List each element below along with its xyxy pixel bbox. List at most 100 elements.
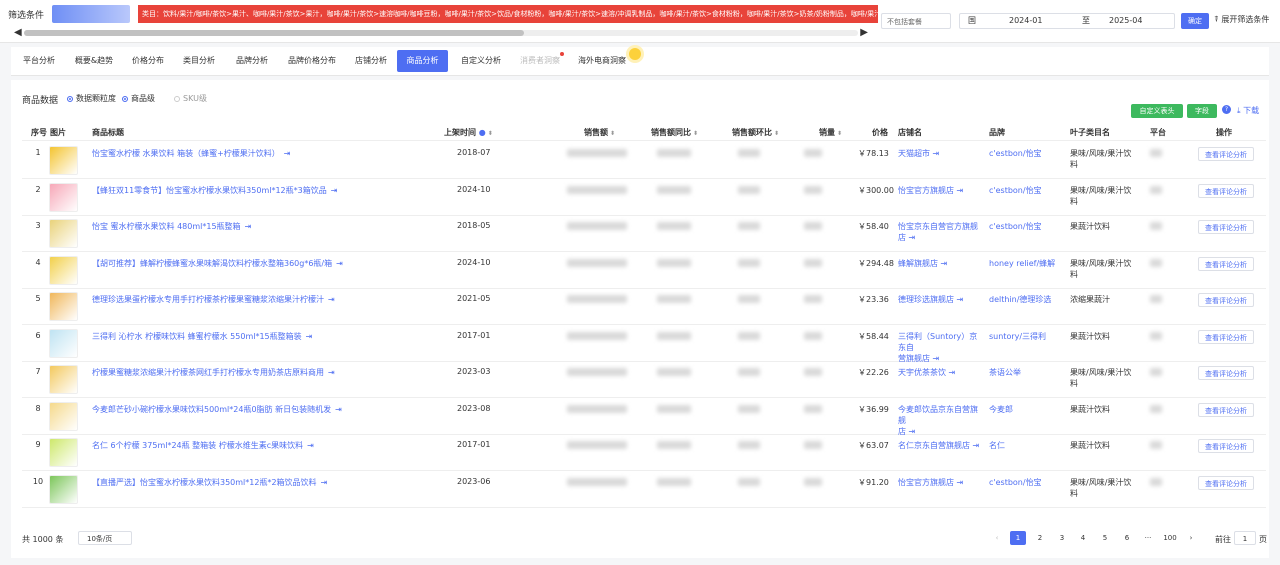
col-volume[interactable]: 销量 ⬍ xyxy=(819,127,842,138)
external-link-icon[interactable]: ⇥ xyxy=(954,295,964,304)
brand-link[interactable]: 今麦郎 xyxy=(989,404,1013,415)
brand-link[interactable]: 茶语公举 xyxy=(989,367,1021,378)
expand-filter-button[interactable]: ⍒ 展开筛选条件 xyxy=(1214,14,1269,25)
external-link-icon[interactable]: ⇥ xyxy=(906,233,916,242)
external-link-icon[interactable]: ⇥ xyxy=(328,368,335,377)
radio-granularity[interactable]: 数据颗粒度 xyxy=(67,93,116,104)
page-ellipsis[interactable]: ··· xyxy=(1140,531,1156,545)
view-reviews-button[interactable]: 查看评论分析 xyxy=(1198,184,1254,198)
field-button[interactable]: 字段 xyxy=(1187,104,1217,118)
brand-link[interactable]: delthin/德理珍选 xyxy=(989,294,1051,305)
help-icon[interactable]: ? xyxy=(1222,105,1231,114)
product-thumbnail[interactable] xyxy=(49,183,78,212)
product-title-link[interactable]: 【胡可推荐】蜂解柠檬蜂蜜水果味解渴饮料柠檬水整箱360g*6瓶/箱 ⇥ xyxy=(92,258,343,269)
product-thumbnail[interactable] xyxy=(49,329,78,358)
brand-link[interactable]: c'estbon/怡宝 xyxy=(989,185,1042,196)
store-link[interactable]: 怡宝京东自营官方旗舰店 ⇥ xyxy=(898,221,984,243)
tab-category[interactable]: 类目分析 xyxy=(177,50,221,72)
tab-product[interactable]: 商品分析 xyxy=(397,50,448,72)
scroll-left-icon[interactable]: ◀ xyxy=(14,27,22,39)
external-link-icon[interactable]: ⇥ xyxy=(245,222,252,231)
package-select[interactable]: 不包括套餐 xyxy=(881,13,951,29)
page-button[interactable]: 1 xyxy=(1010,531,1026,545)
page-button[interactable]: 5 xyxy=(1097,531,1113,545)
page-button[interactable]: 100 xyxy=(1162,531,1178,545)
product-title-link[interactable]: 柠檬果蜜糖浆浓缩果汁柠檬茶网红手打柠檬水专用奶茶店原料商用 ⇥ xyxy=(92,367,335,378)
tab-brand-price[interactable]: 品牌价格分布 xyxy=(283,50,341,72)
store-link[interactable]: 怡宝官方旗舰店 ⇥ xyxy=(898,477,984,488)
page-button[interactable]: 4 xyxy=(1075,531,1091,545)
prev-page-button[interactable]: ‹ xyxy=(989,531,1005,545)
external-link-icon[interactable]: ⇥ xyxy=(970,441,980,450)
tab-consumer[interactable]: 消费者洞察 xyxy=(515,50,565,72)
next-page-button[interactable]: › xyxy=(1183,531,1199,545)
view-reviews-button[interactable]: 查看评论分析 xyxy=(1198,330,1254,344)
sort-icon[interactable]: ⬍ xyxy=(488,130,493,137)
product-thumbnail[interactable] xyxy=(49,402,78,431)
sort-icon[interactable]: ⬍ xyxy=(693,130,698,137)
tab-overview[interactable]: 概要&趋势 xyxy=(69,50,119,72)
date-range-picker[interactable]: 国 2024-01 至 2025-04 xyxy=(959,13,1175,29)
tab-platform[interactable]: 平台分析 xyxy=(19,50,59,72)
product-title-link[interactable]: 怡宝 蜜水柠檬水果饮料 480ml*15瓶整箱 ⇥ xyxy=(92,221,251,232)
store-link[interactable]: 今麦郎饮品京东自营旗舰店 ⇥ xyxy=(898,404,984,437)
external-link-icon[interactable]: ⇥ xyxy=(336,259,343,268)
external-link-icon[interactable]: ⇥ xyxy=(335,405,342,414)
product-thumbnail[interactable] xyxy=(49,438,78,467)
sort-icon[interactable]: ⬍ xyxy=(774,130,779,137)
external-link-icon[interactable]: ⇥ xyxy=(284,149,291,158)
external-link-icon[interactable]: ⇥ xyxy=(930,149,940,158)
brand-link[interactable]: c'estbon/怡宝 xyxy=(989,148,1042,159)
product-thumbnail[interactable] xyxy=(49,146,78,175)
external-link-icon[interactable]: ⇥ xyxy=(938,259,948,268)
brand-link[interactable]: honey relief/蜂解 xyxy=(989,258,1055,269)
brand-link[interactable]: 名仁 xyxy=(989,440,1005,451)
store-link[interactable]: 怡宝官方旗舰店 ⇥ xyxy=(898,185,984,196)
view-reviews-button[interactable]: 查看评论分析 xyxy=(1198,147,1254,161)
external-link-icon[interactable]: ⇥ xyxy=(307,441,314,450)
view-reviews-button[interactable]: 查看评论分析 xyxy=(1198,366,1254,380)
product-thumbnail[interactable] xyxy=(49,219,78,248)
radio-product-level[interactable]: 商品级 xyxy=(122,93,155,104)
view-reviews-button[interactable]: 查看评论分析 xyxy=(1198,220,1254,234)
radio-sku-level[interactable]: SKU级 xyxy=(174,93,207,104)
store-link[interactable]: 蜂解旗舰店 ⇥ xyxy=(898,258,984,269)
brand-link[interactable]: suntory/三得利 xyxy=(989,331,1046,342)
page-size-select[interactable]: 10条/页 xyxy=(78,531,132,545)
product-title-link[interactable]: 德理珍选果蛋柠檬水专用手打柠檬茶柠檬果蜜糖浆浓缩果汁柠檬汁 ⇥ xyxy=(92,294,335,305)
store-link[interactable]: 名仁京东自营旗舰店 ⇥ xyxy=(898,440,984,451)
download-button[interactable]: ⤓ 下载 xyxy=(1237,105,1259,116)
horizontal-scrollbar[interactable]: ◀ ▶ xyxy=(14,27,868,39)
tab-overseas[interactable]: 海外电商洞察 xyxy=(573,50,631,72)
product-thumbnail[interactable] xyxy=(49,475,78,504)
col-sales-yoy[interactable]: 销售额同比 ⬍ xyxy=(651,127,698,138)
view-reviews-button[interactable]: 查看评论分析 xyxy=(1198,257,1254,271)
confirm-button[interactable]: 确定 xyxy=(1181,13,1209,29)
sort-icon[interactable]: ⬍ xyxy=(837,130,842,137)
product-title-link[interactable]: 三得利 沁柠水 柠檬味饮料 蜂蜜柠檬水 550ml*15瓶整箱装 ⇥ xyxy=(92,331,312,342)
product-thumbnail[interactable] xyxy=(49,256,78,285)
product-title-link[interactable]: 【直播严选】怡宝蜜水柠檬水果饮料350ml*12瓶*2箱饮品饮料 ⇥ xyxy=(92,477,327,488)
store-link[interactable]: 三得利（Suntory）京东自 营旗舰店 ⇥ xyxy=(898,331,984,364)
category-filter-chip[interactable]: 类目：饮料/果汁/咖啡/茶饮>果汁、咖啡/果汁/茶饮>果汁，咖啡/果汁/茶饮>速… xyxy=(138,5,878,23)
brand-link[interactable]: c'estbon/怡宝 xyxy=(989,477,1042,488)
view-reviews-button[interactable]: 查看评论分析 xyxy=(1198,476,1254,490)
product-title-link[interactable]: 名仁 6个柠檬 375ml*24瓶 整箱装 柠檬水维生素c果味饮料 ⇥ xyxy=(92,440,314,451)
store-link[interactable]: 德理珍选旗舰店 ⇥ xyxy=(898,294,984,305)
tab-custom[interactable]: 自定义分析 xyxy=(455,50,507,72)
date-to[interactable]: 2025-04 xyxy=(1109,14,1142,28)
tab-store[interactable]: 店铺分析 xyxy=(349,50,393,72)
col-sales-mom[interactable]: 销售额环比 ⬍ xyxy=(732,127,779,138)
external-link-icon[interactable]: ⇥ xyxy=(306,332,313,341)
store-link[interactable]: 天猫超市 ⇥ xyxy=(898,148,984,159)
col-sales[interactable]: 销售额 ⬍ xyxy=(584,127,615,138)
external-link-icon[interactable]: ⇥ xyxy=(321,478,328,487)
custom-header-button[interactable]: 自定义表头 xyxy=(1131,104,1183,118)
product-title-link[interactable]: 今麦郎芒砂小碗柠檬水果味饮料500ml*24瓶0脂肪 新日包装随机发 ⇥ xyxy=(92,404,342,415)
external-link-icon[interactable]: ⇥ xyxy=(954,478,964,487)
page-button[interactable]: 6 xyxy=(1119,531,1135,545)
tab-brand[interactable]: 品牌分析 xyxy=(230,50,274,72)
view-reviews-button[interactable]: 查看评论分析 xyxy=(1198,403,1254,417)
product-thumbnail[interactable] xyxy=(49,365,78,394)
date-from[interactable]: 2024-01 xyxy=(1009,14,1042,28)
